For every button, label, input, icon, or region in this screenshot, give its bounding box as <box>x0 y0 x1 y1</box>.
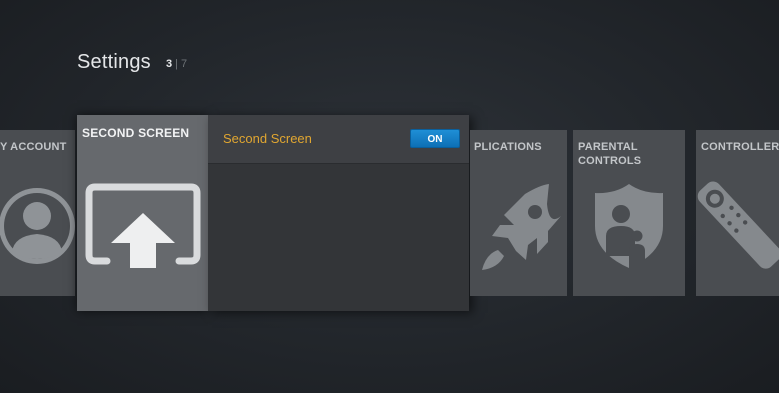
second-screen-row[interactable]: Second Screen ON <box>208 115 469 164</box>
rocket-icon <box>482 184 561 270</box>
second-screen-panel: Second Screen ON <box>208 115 469 311</box>
page-indicator: 3 | 7 <box>166 58 187 70</box>
tile-parental-controls[interactable]: PARENTAL CONTROLS <box>573 130 685 296</box>
tile-second-screen[interactable]: SECOND SCREEN <box>77 115 208 311</box>
page-title: Settings <box>77 51 151 73</box>
shield-family-icon <box>595 184 663 268</box>
page-separator: | <box>175 58 178 70</box>
page-current: 3 <box>166 58 173 70</box>
page-total: 7 <box>180 58 188 70</box>
remote-icon <box>697 181 779 269</box>
second-screen-toggle[interactable]: ON <box>410 129 460 148</box>
tile-my-account[interactable]: Y ACCOUNT <box>0 130 75 296</box>
second-screen-label: Second Screen <box>223 131 312 146</box>
person-icon <box>0 188 75 264</box>
tile-controllers[interactable]: CONTROLLER <box>696 130 779 296</box>
tile-applications[interactable]: PLICATIONS <box>470 130 567 296</box>
screen-mirror-icon <box>85 183 201 268</box>
